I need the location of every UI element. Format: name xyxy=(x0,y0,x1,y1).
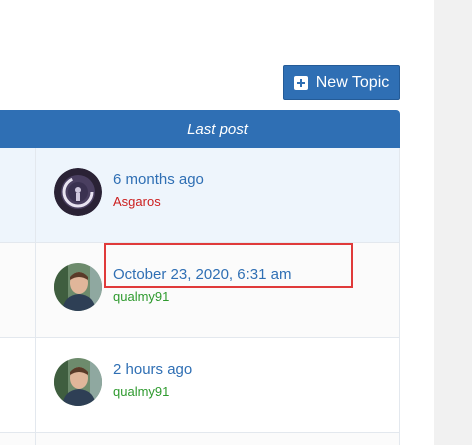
last-post-time-link[interactable]: October 23, 2020, 6:31 am xyxy=(113,266,291,283)
column-divider xyxy=(35,148,36,242)
page-gutter xyxy=(434,0,472,445)
last-post-header: Last post xyxy=(187,120,248,138)
new-topic-label: New Topic xyxy=(315,73,390,91)
person-photo-avatar-icon xyxy=(54,358,102,406)
last-post-user-link[interactable]: qualmy91 xyxy=(113,289,169,304)
avatar[interactable] xyxy=(54,263,102,311)
column-divider xyxy=(35,433,36,445)
column-divider xyxy=(35,243,36,337)
topics-table-header: Last post xyxy=(0,110,400,148)
avatar[interactable] xyxy=(54,358,102,406)
person-photo-avatar-icon xyxy=(54,263,102,311)
dark-circle-avatar-icon xyxy=(54,168,102,216)
new-topic-button[interactable]: New Topic xyxy=(283,65,400,100)
forum-content: New Topic Last post 6 months ago Asgaros xyxy=(0,0,400,445)
table-row xyxy=(0,433,400,445)
last-post-user-link[interactable]: Asgaros xyxy=(113,194,161,209)
table-row: October 23, 2020, 6:31 am qualmy91 xyxy=(0,243,400,338)
last-post-time-link[interactable]: 6 months ago xyxy=(113,171,204,188)
table-row: 2 hours ago qualmy91 xyxy=(0,338,400,433)
table-row: 6 months ago Asgaros xyxy=(0,148,400,243)
last-post-time-link[interactable]: 2 hours ago xyxy=(113,361,192,378)
last-post-user-link[interactable]: qualmy91 xyxy=(113,384,169,399)
plus-square-icon xyxy=(293,75,308,90)
avatar[interactable] xyxy=(54,168,102,216)
column-divider xyxy=(35,338,36,432)
